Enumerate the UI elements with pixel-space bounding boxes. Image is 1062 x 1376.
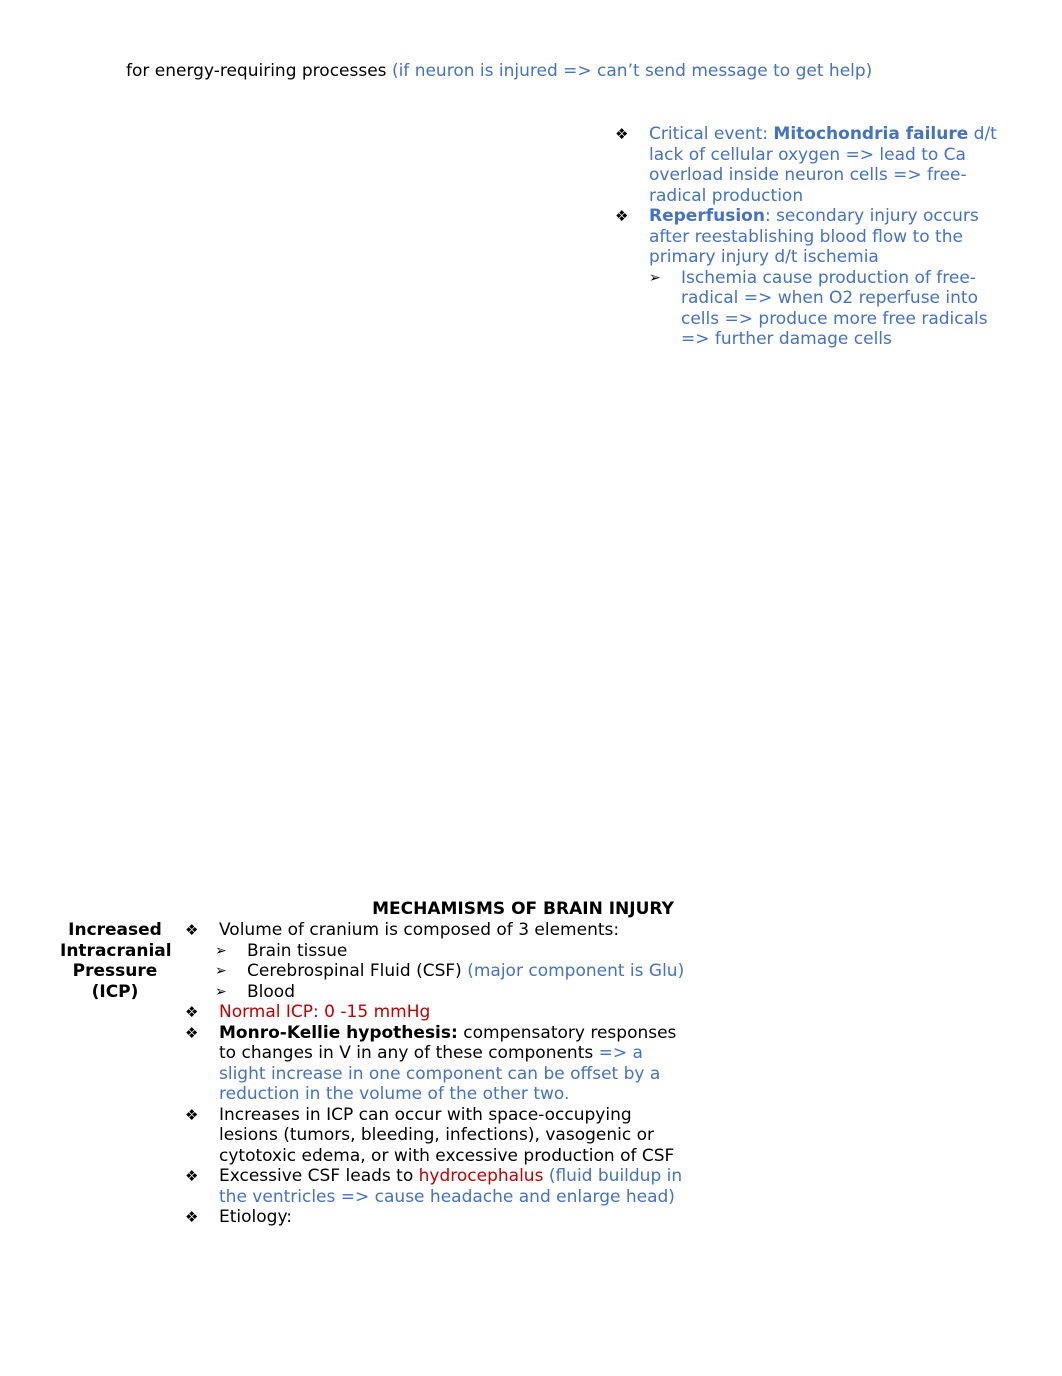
list-item-increases: ❖ Increases in ICP can occur with space-… — [185, 1104, 675, 1166]
list-item-volume: ❖ Volume of cranium is composed of 3 ele… — [185, 920, 685, 1002]
diamond-bullet-icon: ❖ — [185, 1023, 199, 1042]
diamond-bullet-icon: ❖ — [185, 1105, 199, 1124]
diamond-bullet-icon: ❖ — [185, 1003, 199, 1021]
diamond-bullet-icon: ❖ — [185, 921, 199, 939]
top-line-text: for energy-requiring processes — [126, 61, 387, 81]
diamond-bullet-icon: ❖ — [615, 125, 629, 143]
section-heading: MECHAMISMS OF BRAIN INJURY — [372, 899, 674, 919]
arrow-bullet-icon: ➢ — [215, 963, 227, 979]
list-item-hydrocephalus: ❖ Excessive CSF leads to hydrocephalus (… — [185, 1166, 683, 1207]
side-label-icp: Increased Intracranial Pressure (ICP) — [60, 920, 172, 1002]
top-line-note: (if neuron is injured => can’t send mess… — [391, 61, 873, 81]
diamond-bullet-icon: ❖ — [185, 1167, 199, 1185]
top-line: for energy-requiring processes (if neuro… — [126, 61, 872, 81]
icp-notes: ❖ Volume of cranium is composed of 3 ele… — [185, 920, 685, 1228]
list-item-normal-icp: ❖ Normal ICP: 0 -15 mmHg — [185, 1002, 431, 1022]
list-item-brain-tissue: ➢ Brain tissue — [215, 940, 348, 961]
list-item-ischemia: ➢ Ischemia cause production of free-radi… — [649, 267, 988, 350]
mitochondria-term: Mitochondria failure — [773, 124, 969, 144]
right-column-notes: ❖ Critical event: Mitochondria failure d… — [615, 124, 1010, 350]
arrow-bullet-icon: ➢ — [215, 983, 227, 1000]
list-item-reperfusion: ❖ Reperfusion: secondary injury occurs a… — [615, 206, 1010, 350]
diamond-bullet-icon: ❖ — [615, 207, 629, 225]
list-item-mitochondria: ❖ Critical event: Mitochondria failure d… — [615, 124, 997, 206]
reperfusion-term: Reperfusion — [649, 206, 765, 226]
list-item-blood: ➢ Blood — [215, 981, 295, 1002]
arrow-bullet-icon: ➢ — [649, 269, 661, 286]
arrow-bullet-icon: ➢ — [215, 942, 227, 959]
diamond-bullet-icon: ❖ — [185, 1208, 199, 1226]
list-item-etiology: ❖ Etiology: — [185, 1207, 292, 1227]
list-item-monro-kellie: ❖ Monro-Kellie hypothesis: compensatory … — [185, 1022, 677, 1105]
list-item-csf: ➢ Cerebrospinal Fluid (CSF) (major compo… — [215, 961, 685, 981]
